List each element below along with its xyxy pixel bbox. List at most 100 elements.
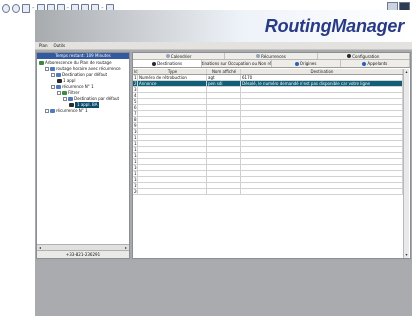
cell-type[interactable] bbox=[138, 165, 207, 170]
cell-display-name[interactable] bbox=[207, 147, 241, 152]
tree-node-icon bbox=[50, 109, 55, 113]
cell-destination[interactable] bbox=[241, 87, 403, 92]
tree-toggle-icon[interactable] bbox=[57, 91, 61, 95]
forward-icon[interactable] bbox=[12, 3, 20, 13]
cell-type[interactable]: Annonce bbox=[138, 81, 207, 86]
column-header[interactable]: Type bbox=[138, 69, 207, 74]
cell-display-name[interactable]: agt bbox=[207, 75, 241, 80]
tab-appelants[interactable]: Appelants bbox=[341, 60, 410, 67]
cell-destination[interactable] bbox=[241, 99, 403, 104]
cell-destination[interactable]: 6170 bbox=[241, 75, 403, 80]
cell-destination[interactable]: Désolé, le numéro demandé n'est pas disp… bbox=[241, 81, 403, 86]
cell-type[interactable] bbox=[138, 189, 207, 194]
cell-destination[interactable] bbox=[241, 165, 403, 170]
cell-destination[interactable] bbox=[241, 189, 403, 194]
menu-item-plan[interactable]: Plan bbox=[39, 43, 48, 49]
cell-destination[interactable] bbox=[241, 105, 403, 110]
tree-toggle-icon[interactable] bbox=[45, 109, 49, 113]
cell-display-name[interactable] bbox=[207, 129, 241, 134]
tab-label: Origines bbox=[299, 61, 317, 66]
destinations-table: Id Type Nom affiché Destination 1 Numéro de r… bbox=[133, 69, 403, 259]
cell-display-name[interactable] bbox=[207, 159, 241, 164]
tree-toggle-icon[interactable] bbox=[45, 67, 49, 71]
cell-destination[interactable] bbox=[241, 123, 403, 128]
cell-type[interactable] bbox=[138, 159, 207, 164]
cell-display-name[interactable] bbox=[207, 165, 241, 170]
cell-display-name[interactable] bbox=[207, 105, 241, 110]
cell-display-name[interactable] bbox=[207, 153, 241, 158]
tab-label: Calendrier bbox=[170, 53, 192, 59]
cell-display-name[interactable] bbox=[207, 183, 241, 188]
scroll-up-icon[interactable]: ▴ bbox=[404, 69, 409, 75]
tab-calendrier[interactable]: Calendrier bbox=[133, 53, 226, 59]
tab-configuration[interactable]: Configuration bbox=[318, 53, 410, 59]
cell-display-name[interactable] bbox=[207, 87, 241, 92]
tab-récurrences[interactable]: Récurrences bbox=[225, 53, 318, 59]
cell-display-name[interactable] bbox=[207, 111, 241, 116]
cell-display-name[interactable] bbox=[207, 117, 241, 122]
cell-destination[interactable] bbox=[241, 141, 403, 146]
refresh-icon[interactable] bbox=[22, 3, 30, 13]
tree-node-icon bbox=[56, 85, 61, 89]
cell-type[interactable] bbox=[138, 147, 207, 152]
cell-type[interactable] bbox=[138, 153, 207, 158]
tree-toggle-icon[interactable] bbox=[63, 97, 67, 101]
cell-destination[interactable] bbox=[241, 183, 403, 188]
cell-type[interactable] bbox=[138, 129, 207, 134]
cell-type[interactable] bbox=[138, 117, 207, 122]
cell-type[interactable] bbox=[138, 105, 207, 110]
screen: --- RoutingManager Plan Outils Temps res… bbox=[0, 0, 412, 316]
cell-destination[interactable] bbox=[241, 135, 403, 140]
cell-destination[interactable] bbox=[241, 177, 403, 182]
cell-display-name[interactable] bbox=[207, 93, 241, 98]
column-header[interactable]: Nom affiché bbox=[207, 69, 241, 74]
cell-type[interactable] bbox=[138, 177, 207, 182]
cell-destination[interactable] bbox=[241, 159, 403, 164]
cell-destination[interactable] bbox=[241, 111, 403, 116]
tree-node[interactable]: récurrence N° 1 bbox=[39, 108, 127, 114]
scroll-down-icon[interactable]: ▾ bbox=[404, 252, 409, 258]
tree-node-icon bbox=[50, 67, 55, 71]
routing-tree: Arborescence du Plan de routage routage h… bbox=[37, 59, 129, 115]
tree-toggle-icon[interactable] bbox=[51, 73, 55, 77]
cell-type[interactable] bbox=[138, 93, 207, 98]
cell-type[interactable] bbox=[138, 99, 207, 104]
table-vertical-scrollbar[interactable]: ▴ ▾ bbox=[403, 69, 409, 258]
routing-tree-panel: Temps restant: 109 Minutes Arborescence … bbox=[36, 52, 130, 259]
menu-item-outils[interactable]: Outils bbox=[54, 43, 66, 49]
tab-destinations[interactable]: Destinations bbox=[133, 60, 203, 67]
cell-type[interactable] bbox=[138, 87, 207, 92]
cell-type[interactable] bbox=[138, 171, 207, 176]
cell-destination[interactable] bbox=[241, 93, 403, 98]
cell-display-name[interactable] bbox=[207, 189, 241, 194]
cell-display-name[interactable] bbox=[207, 99, 241, 104]
cell-display-name[interactable] bbox=[207, 123, 241, 128]
empty-area bbox=[35, 261, 412, 316]
back-icon[interactable] bbox=[2, 3, 10, 13]
cell-type[interactable] bbox=[138, 111, 207, 116]
cell-type[interactable] bbox=[138, 135, 207, 140]
cell-type[interactable] bbox=[138, 123, 207, 128]
column-header[interactable]: Destination bbox=[241, 69, 403, 74]
cell-destination[interactable] bbox=[241, 171, 403, 176]
table-row[interactable]: 20 bbox=[133, 189, 403, 195]
cell-destination[interactable] bbox=[241, 153, 403, 158]
cell-destination[interactable] bbox=[241, 147, 403, 152]
tab-icon bbox=[165, 54, 170, 58]
tree-node-icon bbox=[57, 79, 62, 83]
cell-type[interactable] bbox=[138, 141, 207, 146]
cell-display-name[interactable] bbox=[207, 171, 241, 176]
cell-destination[interactable] bbox=[241, 129, 403, 134]
cell-type[interactable] bbox=[138, 183, 207, 188]
cell-display-name[interactable]: pen sdi bbox=[207, 81, 241, 86]
cell-display-name[interactable] bbox=[207, 135, 241, 140]
tree-node-icon bbox=[68, 97, 73, 101]
cell-type[interactable]: Numéro de rétrobuction bbox=[138, 75, 207, 80]
tab-label: Récurrences bbox=[261, 53, 286, 59]
tab-origines[interactable]: Origines bbox=[272, 60, 341, 67]
cell-display-name[interactable] bbox=[207, 177, 241, 182]
cell-display-name[interactable] bbox=[207, 141, 241, 146]
tab-destinations-sur-occupation-ou-non-réponse[interactable]: Destinations sur Occupation ou Non répon… bbox=[202, 60, 272, 67]
tree-toggle-icon[interactable] bbox=[51, 85, 55, 89]
cell-destination[interactable] bbox=[241, 117, 403, 122]
